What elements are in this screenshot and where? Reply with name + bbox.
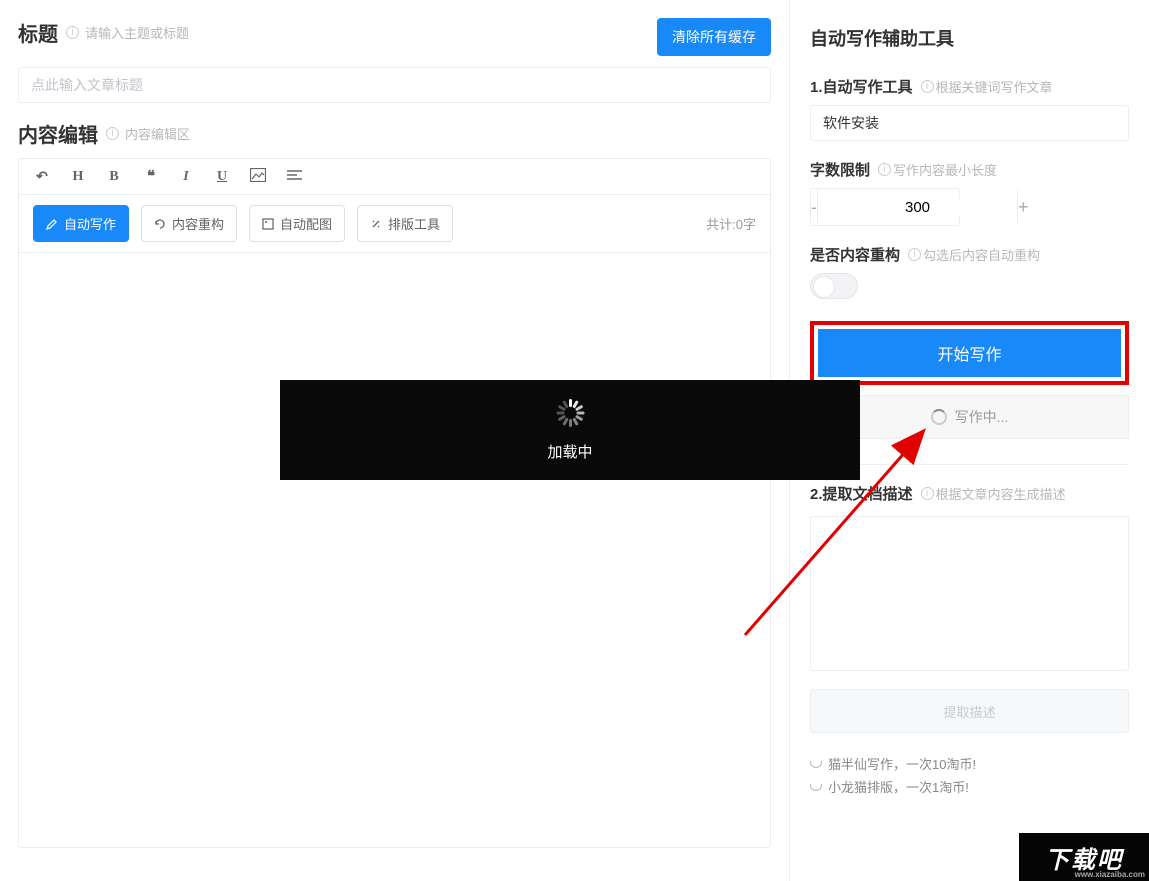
section2-hint: 根据文章内容生成描述 [936, 484, 1066, 503]
article-title-input[interactable] [18, 67, 771, 103]
info-icon: i [66, 26, 79, 39]
decrement-button[interactable]: - [811, 189, 818, 225]
title-hint: 请输入主题或标题 [85, 23, 189, 42]
increment-button[interactable]: + [1017, 189, 1029, 225]
typeset-button[interactable]: 排版工具 [357, 205, 453, 242]
loading-spinner-icon [556, 399, 584, 427]
info-icon: i [106, 127, 119, 140]
editor-section-header: 内容编辑 i 内容编辑区 [18, 119, 771, 148]
restructure-row: 是否内容重构 i勾选后内容自动重构 [810, 244, 1129, 265]
title-label: 标题 [18, 18, 58, 47]
watermark-url: www.xiazaiba.com [1075, 870, 1145, 879]
pencil-icon [46, 218, 58, 230]
spinner-icon [931, 409, 947, 425]
auto-image-label: 自动配图 [280, 214, 332, 233]
section1-hint: 根据关键词写作文章 [936, 77, 1053, 96]
quote-icon[interactable]: ❝ [141, 167, 159, 186]
refresh-icon [154, 218, 166, 230]
section-extract: 2.提取文档描述 i根据文章内容生成描述 [810, 483, 1129, 504]
editor-hint: 内容编辑区 [125, 124, 190, 143]
restructure-label: 是否内容重构 [810, 244, 900, 265]
word-limit-hint: 写作内容最小长度 [893, 160, 997, 179]
heading-icon[interactable]: H [69, 169, 87, 185]
picture-icon [262, 218, 274, 230]
restructure-button[interactable]: 内容重构 [141, 205, 237, 242]
info-icon: i [878, 163, 891, 176]
note-2: 小龙猫排版，一次1淘币! [828, 780, 969, 795]
editor-subtoolbar: 自动写作 内容重构 自动配图 排版工具 共计:0字 [19, 195, 770, 253]
editor-panel: ↶ H B ❝ I U 自动写作 内容重构 [18, 158, 771, 848]
watermark-logo: 下载吧 www.xiazaiba.com [1019, 833, 1149, 881]
restructure-label: 内容重构 [172, 214, 224, 233]
section1-label: 1.自动写作工具 [810, 76, 913, 97]
word-limit-input[interactable] [818, 199, 1017, 216]
section-auto-write: 1.自动写作工具 i根据关键词写作文章 [810, 76, 1129, 97]
note-1: 猫半仙写作，一次10淘币! [828, 757, 976, 772]
start-writing-button[interactable]: 开始写作 [818, 329, 1121, 377]
italic-icon[interactable]: I [177, 169, 195, 185]
bowl-icon [810, 761, 822, 768]
start-button-highlight-box: 开始写作 [810, 321, 1129, 385]
info-icon: i [908, 248, 921, 261]
align-left-icon[interactable] [285, 169, 303, 185]
tools-icon [370, 218, 382, 230]
word-count-label: 共计:0字 [706, 214, 756, 233]
editor-label: 内容编辑 [18, 119, 98, 148]
auto-write-button[interactable]: 自动写作 [33, 205, 129, 242]
description-textarea[interactable] [810, 516, 1129, 671]
info-icon: i [921, 487, 934, 500]
keyword-input[interactable] [810, 105, 1129, 141]
auto-write-label: 自动写作 [64, 214, 116, 233]
word-limit-row: 字数限制 i写作内容最小长度 [810, 159, 1129, 180]
restructure-hint: 勾选后内容自动重构 [923, 245, 1040, 264]
word-limit-label: 字数限制 [810, 159, 870, 180]
underline-icon[interactable]: U [213, 169, 231, 185]
restructure-toggle[interactable] [810, 273, 858, 299]
undo-icon[interactable]: ↶ [33, 168, 51, 185]
progress-label: 写作中... [955, 407, 1009, 427]
sidebar-title: 自动写作辅助工具 [810, 25, 1129, 51]
bowl-icon [810, 784, 822, 791]
image-icon[interactable] [249, 168, 267, 185]
loading-overlay: 加载中 [280, 380, 860, 480]
extract-description-button[interactable]: 提取描述 [810, 689, 1129, 733]
typeset-label: 排版工具 [388, 214, 440, 233]
editor-toolbar: ↶ H B ❝ I U [19, 159, 770, 195]
loading-text: 加载中 [547, 441, 592, 462]
bold-icon[interactable]: B [105, 169, 123, 185]
editor-content-area[interactable] [19, 253, 770, 851]
word-limit-stepper: - + [810, 188, 960, 226]
auto-image-button[interactable]: 自动配图 [249, 205, 345, 242]
footer-notes: 猫半仙写作，一次10淘币! 小龙猫排版，一次1淘币! [810, 753, 1129, 800]
section2-label: 2.提取文档描述 [810, 483, 913, 504]
clear-cache-button[interactable]: 清除所有缓存 [657, 18, 771, 56]
info-icon: i [921, 80, 934, 93]
